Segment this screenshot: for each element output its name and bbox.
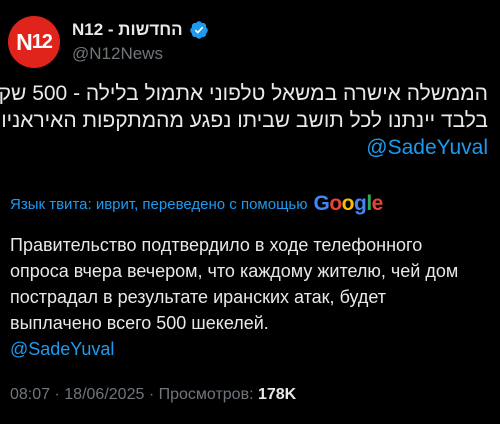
translated-line-2: опроса вчера вечером, что каждому жителю…	[10, 261, 459, 281]
author-names: N12 - החדשות @N12News	[72, 19, 209, 65]
tweet-line-2: בלבד יינתנו לכל תושב שביתו נפגע מהמתקפות…	[0, 109, 488, 132]
avatar-number: 12	[31, 30, 53, 53]
mention-link[interactable]: @SadeYuval	[10, 134, 488, 161]
meta-separator: ·	[54, 386, 60, 403]
translated-line-3: пострадал в результате иранских атак, бу…	[10, 287, 387, 307]
tweet-meta: 08:07 · 18/06/2025 · Просмотров: 178K	[10, 386, 296, 404]
avatar[interactable]: N 12	[8, 16, 60, 68]
display-name-row[interactable]: N12 - החדשות	[72, 19, 209, 41]
tweet-text-original: הממשלה אישרה במשאל טלפוני אתמול בלילה - …	[0, 80, 488, 161]
google-logo: Google	[313, 192, 383, 215]
tweet-header: N 12 N12 - החדשות @N12News	[8, 14, 209, 70]
views-label: Просмотров:	[158, 386, 254, 403]
views-count[interactable]: 178K	[258, 386, 296, 403]
translated-line-1: Правительство подтвердило в ходе телефон…	[10, 235, 423, 255]
display-name[interactable]: N12 - החדשות	[72, 19, 183, 41]
translation-label[interactable]: Язык твита: иврит, переведено с помощью	[10, 196, 307, 213]
mention-text[interactable]: @SadeYuval	[366, 136, 488, 159]
meta-separator-2: ·	[148, 386, 155, 403]
tweet-line-1: הממשלה אישרה במשאל טלפוני אתמול בלילה - …	[0, 82, 488, 105]
translated-mention-link[interactable]: @SadeYuval	[10, 336, 488, 362]
translation-notice[interactable]: Язык твита: иврит, переведено с помощью …	[10, 192, 383, 216]
tweet-text-translated: Правительство подтвердило в ходе телефон…	[10, 232, 488, 362]
translated-line-4: выплачено всего 500 шекелей.	[10, 313, 269, 333]
verified-badge-icon	[189, 21, 208, 39]
avatar-letter: N	[16, 28, 33, 55]
handle[interactable]: @N12News	[72, 43, 209, 65]
tweet-date[interactable]: 18/06/2025	[64, 386, 144, 403]
tweet-time[interactable]: 08:07	[10, 386, 50, 403]
